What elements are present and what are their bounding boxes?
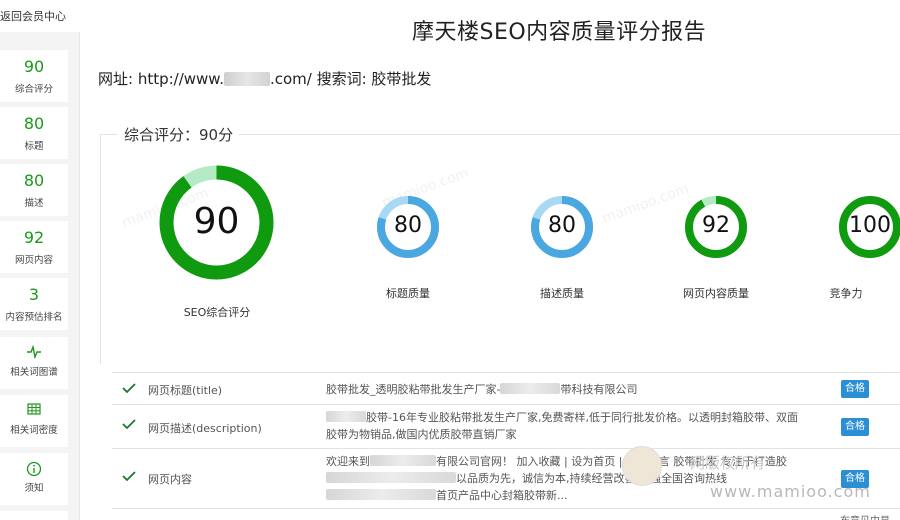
row-content-text: 首页产品中心封箱胶带新... [436,489,568,502]
sidebar-item-related-density[interactable]: 相关词密度 [0,395,68,447]
row-content-text: 胶带为物销品,做国内优质胶带直销厂家 [326,428,517,441]
sidebar-item-label: 描述 [24,198,44,209]
gauge-label: 竞争力 [829,287,863,300]
gauge-title-quality: 80 标题质量 [376,195,440,300]
pass-badge[interactable]: 合格 [841,380,869,398]
gauge-label: 标题质量 [386,287,430,300]
redacted-text [326,472,456,483]
row-name: 网页内容 [148,473,192,486]
sidebar-item-notice[interactable]: 须知 [0,453,68,505]
redacted-domain [223,72,270,86]
check-icon [122,419,136,430]
url-keyword-line: 网址: http://www. .com/ 搜索词: 胶带批发 [98,68,431,89]
redacted-text [326,489,436,500]
sidebar-item-page-content[interactable]: 92 网页内容 [0,221,68,273]
gauge-label: 描述质量 [540,287,584,300]
page-title: 摩天楼SEO内容质量评分报告 [412,20,707,45]
sidebar-item-value: 92 [23,228,45,247]
redacted-text [500,383,561,394]
sidebar-item-overall-score[interactable]: 90 综合评分 [0,50,68,102]
sidebar-item-title[interactable]: 80 标题 [0,107,68,159]
sidebar-item-value: 80 [23,114,45,133]
sidebar-item-value: 90 [23,57,45,76]
sidebar-item-related-graph[interactable]: 相关词图谱 [0,337,68,389]
redacted-text [370,455,436,466]
sidebar-item-description[interactable]: 80 描述 [0,164,68,216]
gauge-value: 100 [849,213,891,238]
grid-icon [0,395,68,417]
gauge-label: SEO综合评分 [183,306,251,319]
row-content: 胶带批发_透明胶粘带批发生产厂家- 带科技有限公司 [326,381,826,398]
sidebar-item-label: 综合评分 [14,84,53,95]
row-name: 网页标题(title) [148,384,223,397]
gauge-description-quality: 80 描述质量 [530,195,594,300]
sidebar-item-value: 80 [23,171,45,190]
gauge-value: 80 [394,213,422,238]
gauge-content-quality: 92 网页内容质量 [683,195,749,300]
check-icon [122,383,136,394]
row-content: 胶带-16年专业胶粘带批发生产厂家,免费寄样,低于同行批发价格。以透明封箱胶带、… [326,409,826,443]
sidebar-item-estimated-rank[interactable]: 3 内容预估排名 [0,278,68,330]
redacted-text [326,411,366,422]
back-to-member-center-link[interactable]: 返回会员中心 [0,0,80,32]
table-footer-partial: 布意见中显 [840,512,890,520]
sidebar: 返回会员中心 90 综合评分 80 标题 80 描述 92 网页内容 3 内容预… [0,0,80,520]
gauge-value: 90 [193,201,240,242]
gauge-label: 网页内容质量 [683,287,749,300]
row-name: 网页描述(description) [148,422,262,435]
sidebar-item-label: 标题 [24,141,44,152]
row-content-text: 欢迎来到 [326,455,370,468]
row-content-text: 以品质为先，诚信为本,持续经营改善 国强全国咨询热线 [456,472,727,485]
watermark-site: www.mamioo.com [710,482,871,501]
avatar [622,446,662,486]
table-row: 网页标题(title) 胶带批发_透明胶粘带批发生产厂家- 带科技有限公司 合格 [112,373,900,405]
pass-badge[interactable]: 合格 [841,418,869,436]
sidebar-item-label: 相关词密度 [10,425,58,436]
url-prefix: 网址: http://www. [98,70,224,88]
gauge-value: 92 [702,213,730,238]
row-content-text: 胶带-16年专业胶粘带批发生产厂家,免费寄样,低于同行批发价格。以透明封箱胶带、… [366,411,798,424]
pulse-icon [0,337,68,359]
gauge-value: 80 [548,213,576,238]
score-section-title: 综合评分：90分 [118,124,240,145]
back-label: 返回会员中心 [0,10,66,23]
sidebar-item-value: 3 [28,285,40,304]
table-row: 网页描述(description) 胶带-16年专业胶粘带批发生产厂家,免费寄样… [112,405,900,449]
gauge-seo-overall: 90 SEO综合评分 [159,165,274,319]
row-content-text: 带科技有限公司 [560,383,638,396]
sidebar-item-label: 须知 [24,483,44,494]
sidebar-item-label: 网页内容 [14,255,53,266]
watermark-copyright: 网版权所有 [690,454,766,472]
info-icon [0,453,68,477]
sidebar-item-label: 内容预估排名 [5,312,63,323]
gauge-competitiveness: 100 竞争力 [830,195,900,300]
url-suffix: .com/ 搜索词: 胶带批发 [269,70,432,88]
sidebar-item-partial[interactable] [0,511,68,520]
check-icon [122,471,136,482]
sidebar-item-label: 相关词图谱 [10,367,58,378]
row-content-text: 胶带批发_透明胶粘带批发生产厂家- [326,383,501,396]
